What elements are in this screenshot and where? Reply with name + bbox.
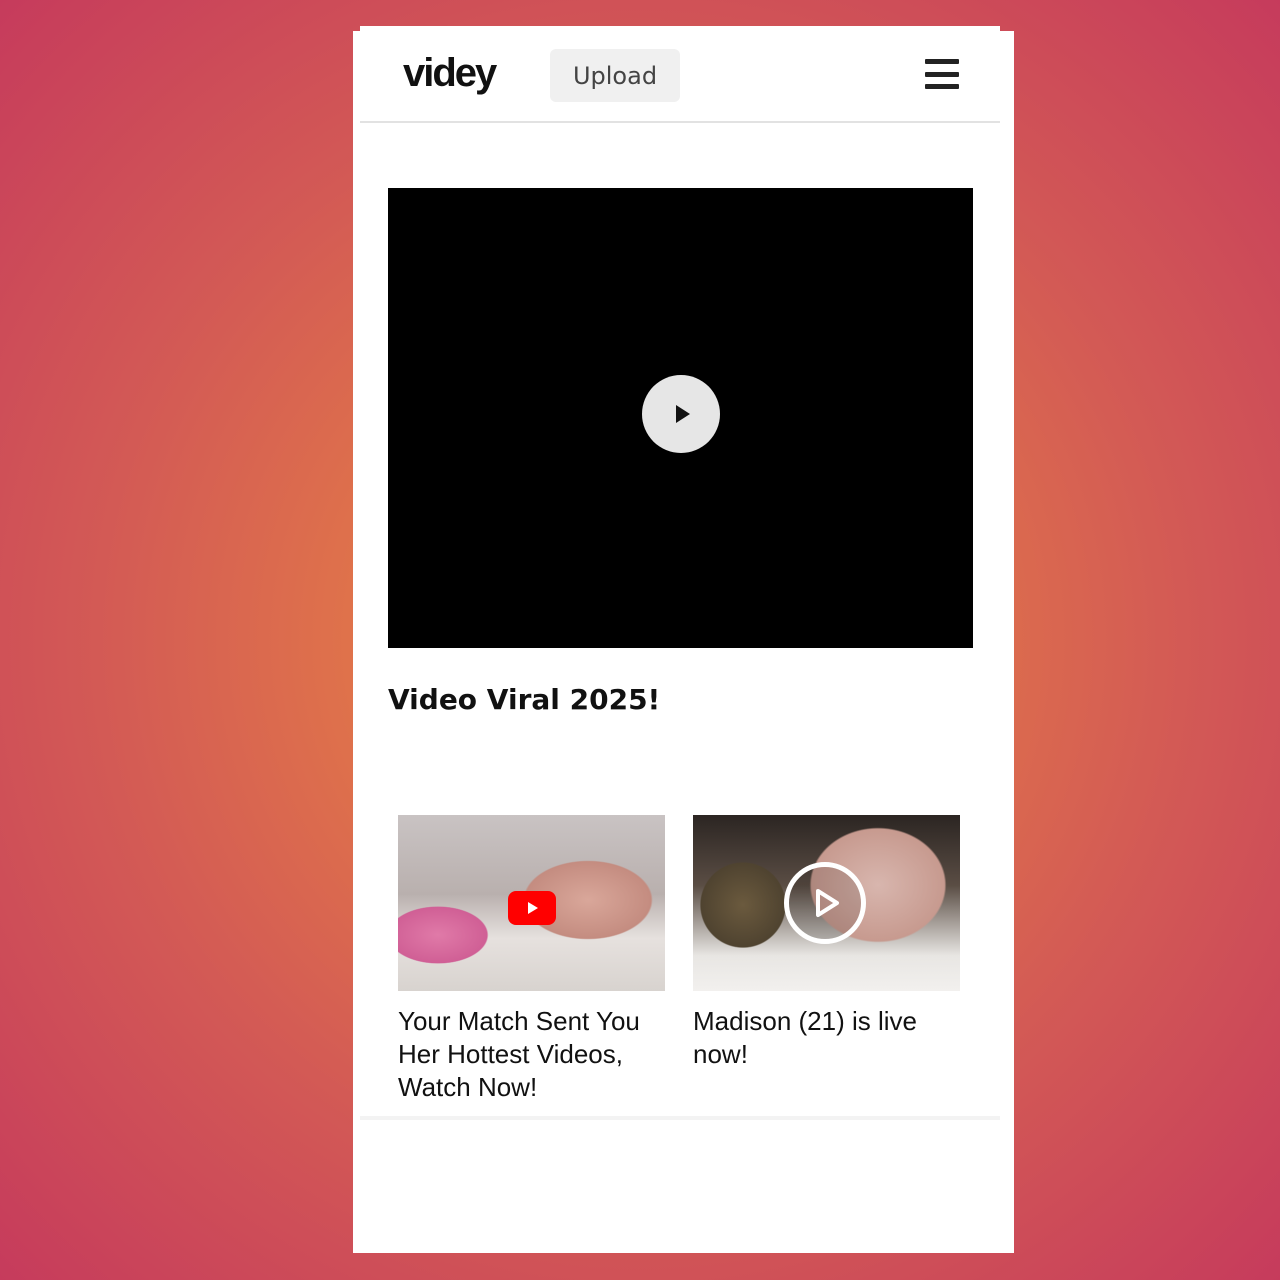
menu-bar [925,71,959,77]
ad-thumbnail[interactable] [693,815,960,991]
menu-bar [925,59,959,64]
youtube-play-icon [508,891,556,925]
circle-play-icon [784,862,866,944]
ad-card[interactable]: Your Match Sent You Her Hottest Videos, … [398,815,665,1104]
upload-button[interactable]: Upload [550,49,680,102]
menu-bar [925,84,959,89]
video-title: Video Viral 2025! [388,683,661,716]
mobile-page: videy Upload Video Viral 2025! Your Matc… [353,31,1014,1253]
ad-headline[interactable]: Your Match Sent You Her Hottest Videos, … [398,1005,665,1104]
play-icon[interactable] [642,375,720,453]
video-player[interactable] [388,188,973,648]
ad-thumbnail[interactable] [398,815,665,991]
site-logo[interactable]: videy [403,51,497,96]
hamburger-menu-icon[interactable] [925,59,959,89]
divider [360,1116,1000,1120]
ad-card[interactable]: Madison (21) is live now! [693,815,960,1071]
site-header: videy Upload [360,31,1000,123]
ad-headline[interactable]: Madison (21) is live now! [693,1005,960,1071]
